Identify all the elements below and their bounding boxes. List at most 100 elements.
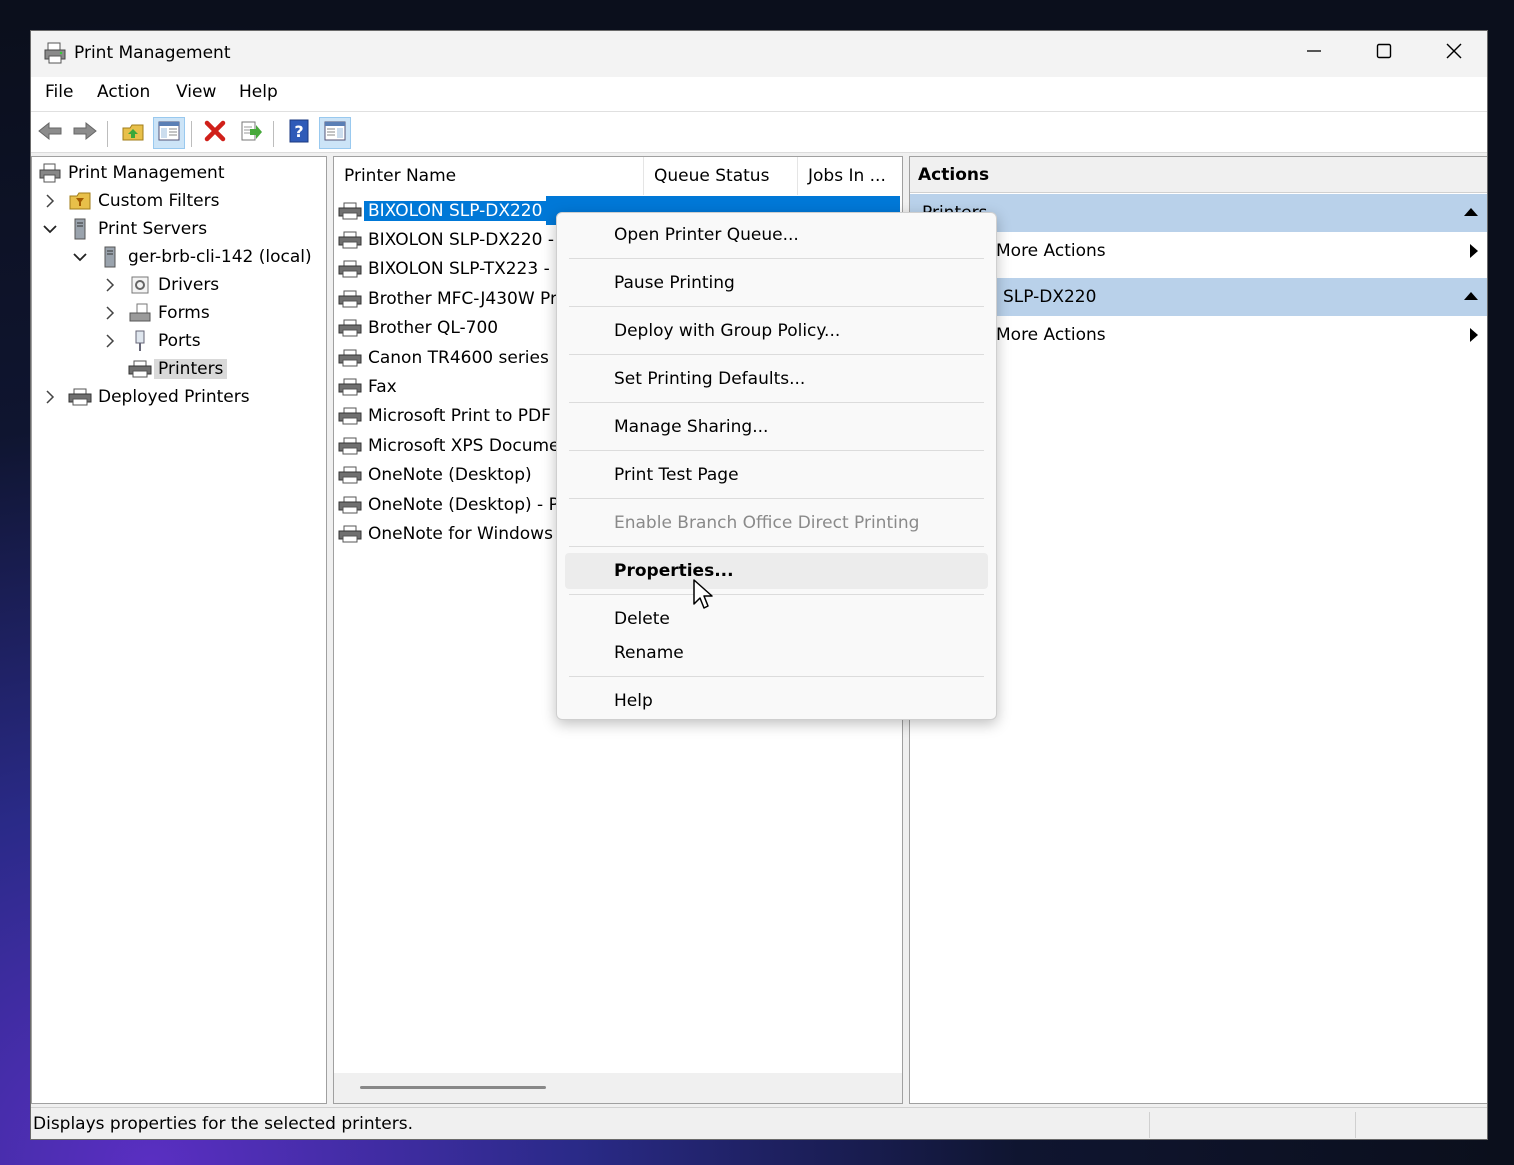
tree-item-forms[interactable]: Forms [100, 300, 210, 326]
printer-name: OneNote (Desktop) [368, 465, 532, 486]
help-button[interactable]: ? [283, 117, 315, 149]
printer-row[interactable]: BIXOLON SLP-TX223 - [338, 255, 550, 284]
printer-row[interactable]: Canon TR4600 series [338, 343, 549, 372]
tree-item-deployed-printers[interactable]: Deployed Printers [40, 384, 250, 410]
collapse-up-icon[interactable] [1464, 292, 1478, 300]
chevron-right-icon[interactable] [100, 303, 120, 323]
delete-button[interactable] [199, 117, 231, 149]
printer-row[interactable]: OneNote (Desktop) - P [338, 490, 559, 519]
toolbar: ? [31, 111, 1487, 153]
scrollbar-thumb[interactable] [360, 1086, 546, 1089]
chevron-right-icon[interactable] [40, 191, 60, 211]
menu-separator [569, 546, 984, 547]
column-header-queue-status[interactable]: Queue Status [644, 157, 798, 195]
printer-name: Microsoft Print to PDF [368, 406, 551, 427]
menu-separator [569, 258, 984, 259]
tree-label: Forms [158, 303, 210, 323]
printer-context-menu: Open Printer Queue... Pause Printing Dep… [556, 212, 997, 720]
printer-row[interactable]: BIXOLON SLP-DX220 - [338, 225, 554, 254]
tree-item-custom-filters[interactable]: Custom Filters [40, 188, 220, 214]
printer-row[interactable]: Brother QL-700 [338, 314, 498, 343]
menu-separator [569, 402, 984, 403]
show-hide-action-pane-button[interactable] [319, 117, 351, 149]
submenu-arrow-icon [1470, 328, 1478, 342]
close-button[interactable] [1419, 31, 1487, 75]
menu-separator [569, 594, 984, 595]
menu-action[interactable]: Action [97, 82, 150, 102]
menu-file[interactable]: File [45, 82, 73, 102]
menu-separator [569, 498, 984, 499]
printer-icon [338, 200, 362, 222]
printer-icon [338, 376, 362, 398]
printer-row[interactable]: Brother MFC-J430W Pri [338, 284, 562, 313]
menu-bar: File Action View Help [31, 77, 1487, 111]
menu-help[interactable]: Help [239, 82, 278, 102]
menu-set-printing-defaults[interactable]: Set Printing Defaults... [565, 361, 988, 397]
show-hide-action-pane-icon [323, 120, 347, 147]
minimize-button[interactable] [1279, 31, 1349, 75]
toolbar-separator [107, 121, 108, 147]
menu-view[interactable]: View [176, 82, 216, 102]
printer-name: BIXOLON SLP-DX220 - [368, 229, 554, 250]
menu-pause-printing[interactable]: Pause Printing [565, 265, 988, 301]
minimize-icon [1306, 43, 1322, 64]
chevron-right-icon[interactable] [40, 387, 60, 407]
tree-item-drivers[interactable]: Drivers [100, 272, 219, 298]
menu-open-printer-queue[interactable]: Open Printer Queue... [565, 217, 988, 253]
printer-icon [338, 288, 362, 310]
printer-row[interactable]: OneNote (Desktop) [338, 461, 532, 490]
status-text: Displays properties for the selected pri… [33, 1114, 413, 1134]
show-hide-tree-icon [157, 120, 181, 147]
printer-row[interactable]: Microsoft XPS Docume [338, 431, 560, 460]
horizontal-scrollbar[interactable] [334, 1073, 902, 1103]
up-one-level-button[interactable] [117, 117, 149, 149]
tree-item-print-servers[interactable]: Print Servers [40, 216, 207, 242]
console-tree: Print Management Custom Filters Print Se… [31, 156, 327, 1104]
printer-icon [338, 494, 362, 516]
chevron-right-icon[interactable] [100, 331, 120, 351]
tree-item-ports[interactable]: Ports [100, 328, 201, 354]
chevron-down-icon[interactable] [40, 219, 60, 239]
chevron-right-icon[interactable] [100, 275, 120, 295]
printer-icon [338, 258, 362, 280]
printer-name: Microsoft XPS Docume [368, 435, 560, 456]
printer-name: Fax [368, 376, 397, 397]
tree-label: Deployed Printers [98, 387, 250, 407]
menu-properties[interactable]: Properties... [565, 553, 988, 589]
printer-name: OneNote for Windows [368, 523, 553, 544]
menu-help-item[interactable]: Help [565, 683, 988, 719]
printer-row[interactable]: BIXOLON SLP-DX220 [338, 196, 547, 225]
tree-label: Print Servers [98, 219, 208, 239]
back-arrow-icon [37, 121, 63, 146]
tree-item-print-management[interactable]: Print Management [38, 160, 225, 186]
chevron-down-icon[interactable] [70, 247, 90, 267]
forward-button[interactable] [69, 117, 101, 149]
column-header-printer-name[interactable]: Printer Name [334, 157, 644, 195]
export-list-button[interactable] [235, 117, 267, 149]
printer-icon [128, 358, 152, 380]
close-icon [1446, 43, 1462, 64]
show-hide-console-tree-button[interactable] [153, 117, 185, 149]
column-header-jobs-in-queue[interactable]: Jobs In ... [798, 157, 902, 195]
printer-name: BIXOLON SLP-DX220 [364, 200, 547, 221]
forward-arrow-icon [72, 121, 98, 146]
menu-deploy-group-policy[interactable]: Deploy with Group Policy... [565, 313, 988, 349]
menu-manage-sharing[interactable]: Manage Sharing... [565, 409, 988, 445]
collapse-up-icon[interactable] [1464, 208, 1478, 216]
printer-row[interactable]: Microsoft Print to PDF [338, 402, 551, 431]
printer-row[interactable]: Fax [338, 372, 397, 401]
tree-item-server[interactable]: ger-brb-cli-142 (local) [70, 244, 312, 270]
window-title: Print Management [74, 43, 231, 63]
menu-rename[interactable]: Rename [565, 635, 988, 671]
tree-item-printers[interactable]: Printers [128, 356, 228, 382]
menu-print-test-page[interactable]: Print Test Page [565, 457, 988, 493]
back-button[interactable] [34, 117, 66, 149]
maximize-button[interactable] [1349, 31, 1419, 75]
status-bar: Displays properties for the selected pri… [31, 1107, 1487, 1139]
up-folder-icon [121, 120, 145, 147]
submenu-arrow-icon [1470, 244, 1478, 258]
menu-delete[interactable]: Delete [565, 601, 988, 637]
toolbar-separator [273, 121, 274, 147]
printer-row[interactable]: OneNote for Windows [338, 519, 553, 548]
tree-label: Drivers [158, 275, 220, 295]
